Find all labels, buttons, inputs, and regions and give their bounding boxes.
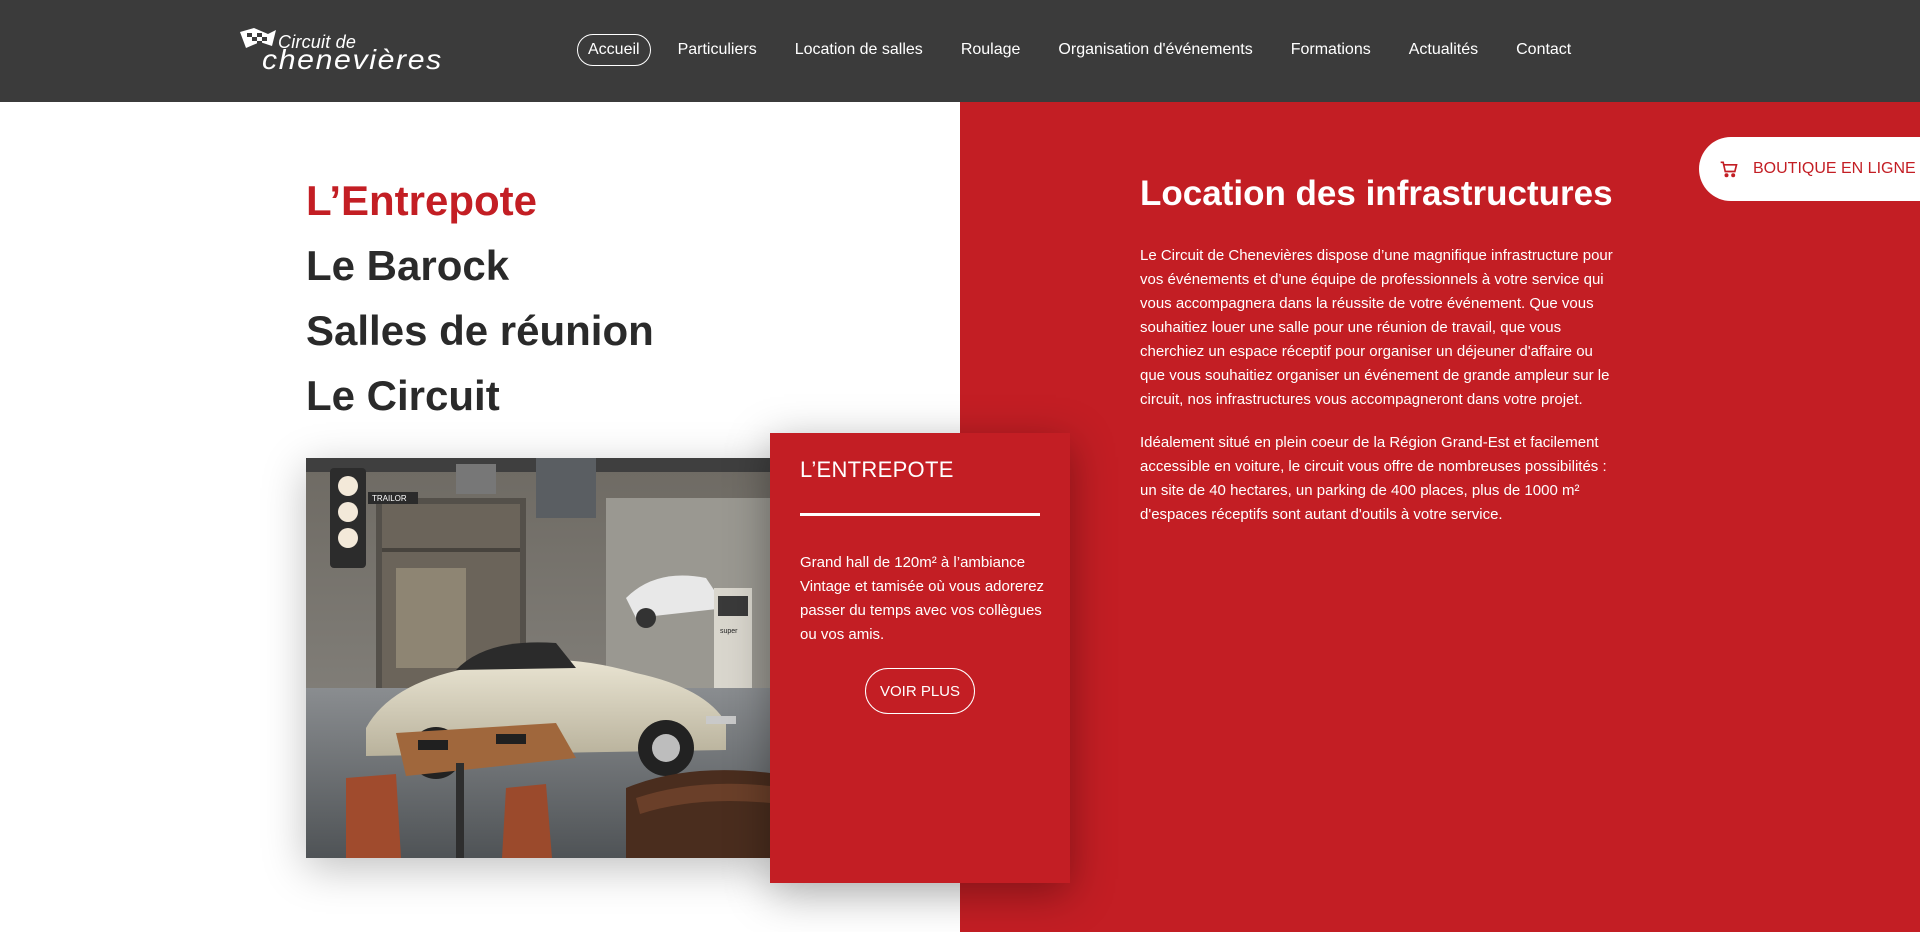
photo-sign-text: TRAILOR [372,494,407,503]
nav-contact[interactable]: Contact [1505,34,1582,66]
venue-link-salles-reunion[interactable]: Salles de réunion [306,298,654,363]
site-logo[interactable]: Circuit de chenevières [238,26,458,75]
nav-location-de-salles[interactable]: Location de salles [784,34,934,66]
venue-photo: TRAILOR super [306,458,770,858]
nav-formations[interactable]: Formations [1280,34,1382,66]
cart-icon [1720,161,1738,178]
venue-link-entrepote[interactable]: L’Entrepote [306,168,654,233]
site-header: Circuit de chenevières Accueil Particuli… [0,0,1920,102]
venue-list: L’Entrepote Le Barock Salles de réunion … [306,168,654,428]
online-shop-button[interactable]: BOUTIQUE EN LIGNE [1699,137,1920,201]
infrastructure-paragraph-1: Le Circuit de Chenevières dispose d’une … [1140,247,1613,408]
vintage-car-hall-image: TRAILOR super [306,458,770,858]
venue-info-card: L’ENTREPOTE Grand hall de 120m² à l’ambi… [770,433,1070,883]
nav-actualites[interactable]: Actualités [1398,34,1489,66]
nav-accueil[interactable]: Accueil [577,34,651,66]
logo-text-line2: chenevières [262,44,443,75]
infrastructure-paragraph-2: Idéalement situé en plein coeur de la Ré… [1140,434,1607,523]
infrastructure-description: Le Circuit de Chenevières dispose d’une … [1140,244,1616,546]
main-nav: Accueil Particuliers Location de salles … [577,34,1598,66]
card-title: L’ENTREPOTE [800,457,954,482]
venue-link-barock[interactable]: Le Barock [306,233,654,298]
nav-organisation-evenements[interactable]: Organisation d'événements [1047,34,1263,66]
nav-particuliers[interactable]: Particuliers [667,34,768,66]
card-divider [800,513,1040,516]
photo-pump-text: super [720,628,738,635]
infrastructure-title: Location des infrastructures [1140,174,1613,213]
voir-plus-button[interactable]: VOIR PLUS [865,668,975,714]
online-shop-label: BOUTIQUE EN LIGNE [1753,160,1916,177]
card-description: Grand hall de 120m² à l’ambiance Vintage… [800,554,1045,643]
venue-link-circuit[interactable]: Le Circuit [306,363,654,428]
nav-roulage[interactable]: Roulage [950,34,1032,66]
